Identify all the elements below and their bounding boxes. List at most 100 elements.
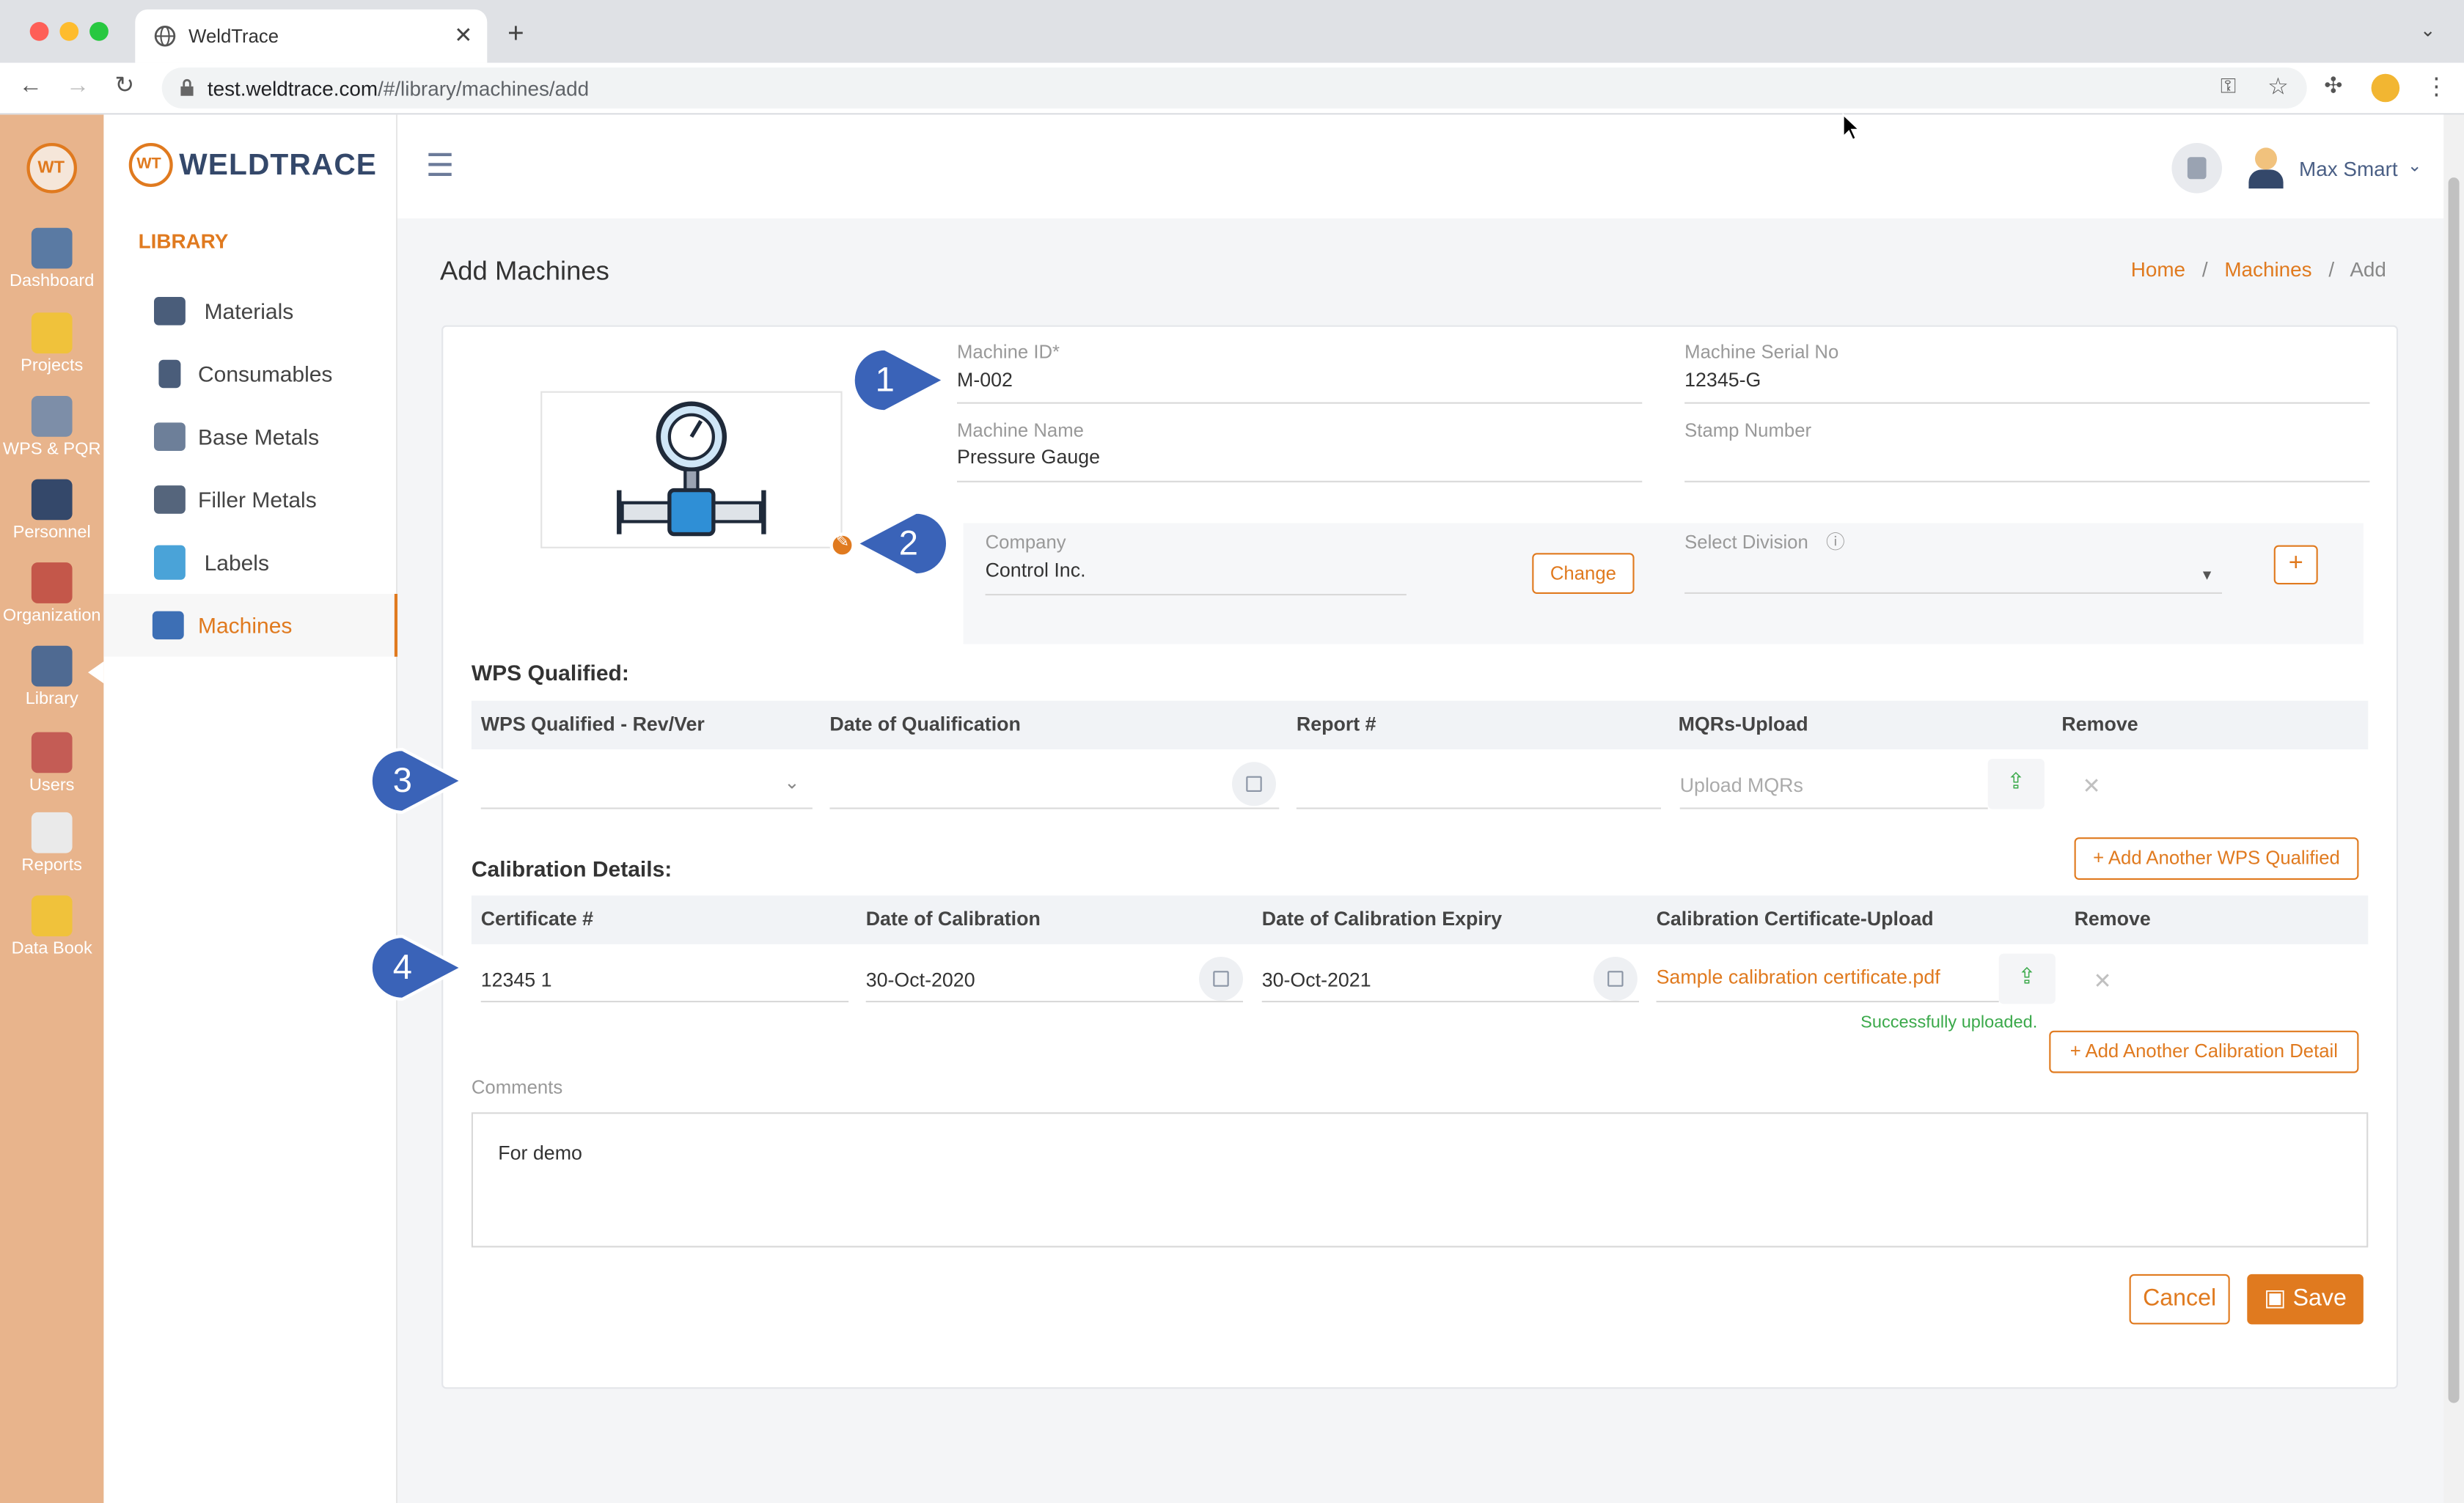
add-calibration-button[interactable]: + Add Another Calibration Detail [2049, 1030, 2359, 1073]
info-icon[interactable]: ⓘ [1826, 528, 1845, 554]
rail-item-personnel[interactable]: Personnel [0, 479, 103, 543]
calibration-expiry-value: 30-Oct-2021 [1261, 969, 1371, 992]
certificate-number-input[interactable]: 12345 1 [480, 955, 849, 1003]
sidebar-item-label: Base Metals [198, 424, 320, 449]
forward-icon[interactable]: → [66, 73, 89, 99]
upload-status: Successfully uploaded. [1860, 1013, 2038, 1032]
column-header: Report # [1296, 713, 1376, 735]
app-logo-icon[interactable]: WT [26, 143, 77, 194]
report-number-input[interactable] [1296, 760, 1661, 809]
sidebar-item-consumables[interactable]: Consumables [103, 342, 397, 405]
rail-item-projects[interactable]: Projects [0, 312, 103, 375]
calibration-expiry-input[interactable]: 30-Oct-2021 [1261, 955, 1639, 1003]
brand-logo-icon: WT [128, 143, 173, 187]
browser-menu-icon[interactable]: ⋮ [2424, 73, 2448, 100]
minimize-window-button[interactable] [59, 22, 79, 41]
upload-certificate-button[interactable]: ⇪ [1998, 953, 2056, 1004]
wps-table-header: WPS Qualified - Rev/Ver Date of Qualific… [471, 700, 2369, 750]
sidebar-item-label: Filler Metals [198, 487, 317, 512]
column-header: MQRs-Upload [1678, 713, 1808, 735]
breadcrumb: Home / Machines / Add [2130, 257, 2386, 282]
tab-close-icon[interactable]: ✕ [454, 22, 472, 48]
machine-id-input[interactable]: M-002 [957, 370, 1013, 392]
wps-section-title: WPS Qualified: [471, 660, 629, 686]
user-name[interactable]: Max Smart [2299, 157, 2398, 180]
comments-textarea[interactable]: For demo [471, 1112, 2369, 1248]
sidebar-section-title: LIBRARY [138, 229, 229, 253]
breadcrumb-machines[interactable]: Machines [2224, 257, 2311, 281]
hamburger-menu-icon[interactable]: ☰ [426, 146, 454, 185]
sidebar-item-base-metals[interactable]: Base Metals [103, 405, 397, 468]
divider [957, 480, 1643, 482]
scrollbar-thumb[interactable] [2448, 177, 2460, 1403]
rail-item-dashboard[interactable]: Dashboard [0, 227, 103, 290]
new-tab-icon[interactable]: + [507, 18, 524, 51]
change-company-button[interactable]: Change [1532, 553, 1635, 594]
organization-icon [31, 562, 73, 603]
user-avatar[interactable] [2245, 144, 2287, 191]
machine-image[interactable] [540, 391, 843, 548]
sidebar-item-materials[interactable]: Materials [103, 279, 397, 342]
calibration-date-input[interactable]: 30-Oct-2020 [865, 955, 1243, 1003]
browser-tab-bar: WeldTrace ✕ + ⌄ [0, 0, 2464, 63]
machine-name-input[interactable]: Pressure Gauge [957, 447, 1100, 468]
rail-item-organization[interactable]: Organization [0, 562, 103, 625]
serial-no-input[interactable]: 12345-G [1684, 370, 1761, 392]
rail-item-reports[interactable]: Reports [0, 812, 103, 875]
browser-tab[interactable]: WeldTrace ✕ [135, 9, 488, 63]
key-icon[interactable]: ⚿ [2221, 74, 2236, 99]
library-icon [31, 645, 73, 687]
calendar-icon[interactable] [1232, 762, 1276, 806]
extensions-icon[interactable]: ✣ [2324, 73, 2342, 99]
sidebar-item-labels[interactable]: Labels [103, 531, 397, 594]
add-wps-label: Add Another WPS Qualified [2108, 847, 2340, 869]
browser-toolbar: ← → ↻ test.weldtrace.com/#/library/machi… [0, 62, 2464, 115]
tab-search-chevron-icon[interactable]: ⌄ [2420, 19, 2436, 41]
calendar-icon[interactable] [1593, 957, 1638, 1001]
upload-mqrs-button[interactable]: ⇪ [1987, 759, 2045, 809]
add-division-button[interactable]: + [2273, 545, 2318, 585]
machine-name-label: Machine Name [957, 419, 1084, 442]
wps-rev-select[interactable]: ⌄ [480, 760, 813, 809]
rail-item-data-book[interactable]: Data Book [0, 895, 103, 958]
back-icon[interactable]: ← [19, 73, 43, 99]
machine-id-label: Machine ID* [957, 341, 1060, 363]
breadcrumb-home[interactable]: Home [2131, 257, 2185, 281]
rail-label: Organization [2, 606, 101, 625]
mqrs-upload-input[interactable]: Upload MQRs [1679, 760, 1988, 809]
user-menu-chevron-icon[interactable]: ⌄ [2408, 155, 2422, 176]
save-button[interactable]: ▣ Save [2247, 1274, 2364, 1325]
tab-title: WeldTrace [188, 25, 279, 48]
division-select[interactable]: ▼ [1684, 558, 2222, 594]
upload-icon: ⇪ [2006, 768, 2025, 794]
scrollbar[interactable] [2443, 114, 2464, 1503]
maximize-window-button[interactable] [89, 22, 109, 41]
rail-item-wps-pqr[interactable]: WPS & PQR [0, 396, 103, 459]
callout-number: 4 [392, 947, 412, 987]
calendar-icon[interactable] [1199, 957, 1243, 1001]
address-bar[interactable]: test.weldtrace.com/#/library/machines/ad… [161, 67, 2307, 109]
url-host: test.weldtrace.com [207, 77, 378, 101]
company-panel: Company Control Inc. Change Select Divis… [963, 523, 2364, 644]
notifications-icon[interactable] [2171, 143, 2222, 194]
sidebar-item-machines[interactable]: Machines [103, 594, 398, 657]
bookmark-star-icon[interactable]: ☆ [2267, 73, 2289, 100]
close-window-button[interactable] [29, 22, 49, 41]
profile-avatar-icon[interactable] [2371, 73, 2400, 103]
cancel-button[interactable]: Cancel [2129, 1274, 2230, 1325]
reload-icon[interactable]: ↻ [114, 70, 134, 99]
column-header: Remove [2061, 713, 2138, 735]
sidebar-item-filler-metals[interactable]: Filler Metals [103, 468, 397, 532]
add-wps-button[interactable]: + Add Another WPS Qualified [2074, 837, 2359, 880]
rail-label: Projects [21, 356, 84, 376]
uploaded-file-link[interactable]: Sample calibration certificate.pdf [1657, 966, 1940, 988]
lock-icon [180, 78, 194, 96]
certificate-upload-input[interactable]: Sample calibration certificate.pdf [1656, 955, 1999, 1003]
rail-label: Personnel [12, 523, 91, 543]
column-header: Remove [2074, 908, 2151, 930]
column-header: Calibration Certificate-Upload [1656, 908, 1934, 930]
qualification-date-input[interactable] [829, 760, 1280, 809]
remove-calibration-row-icon[interactable]: ✕ [2075, 955, 2131, 1006]
rail-item-users[interactable]: Users [0, 732, 103, 795]
remove-wps-row-icon[interactable]: ✕ [2064, 760, 2120, 811]
